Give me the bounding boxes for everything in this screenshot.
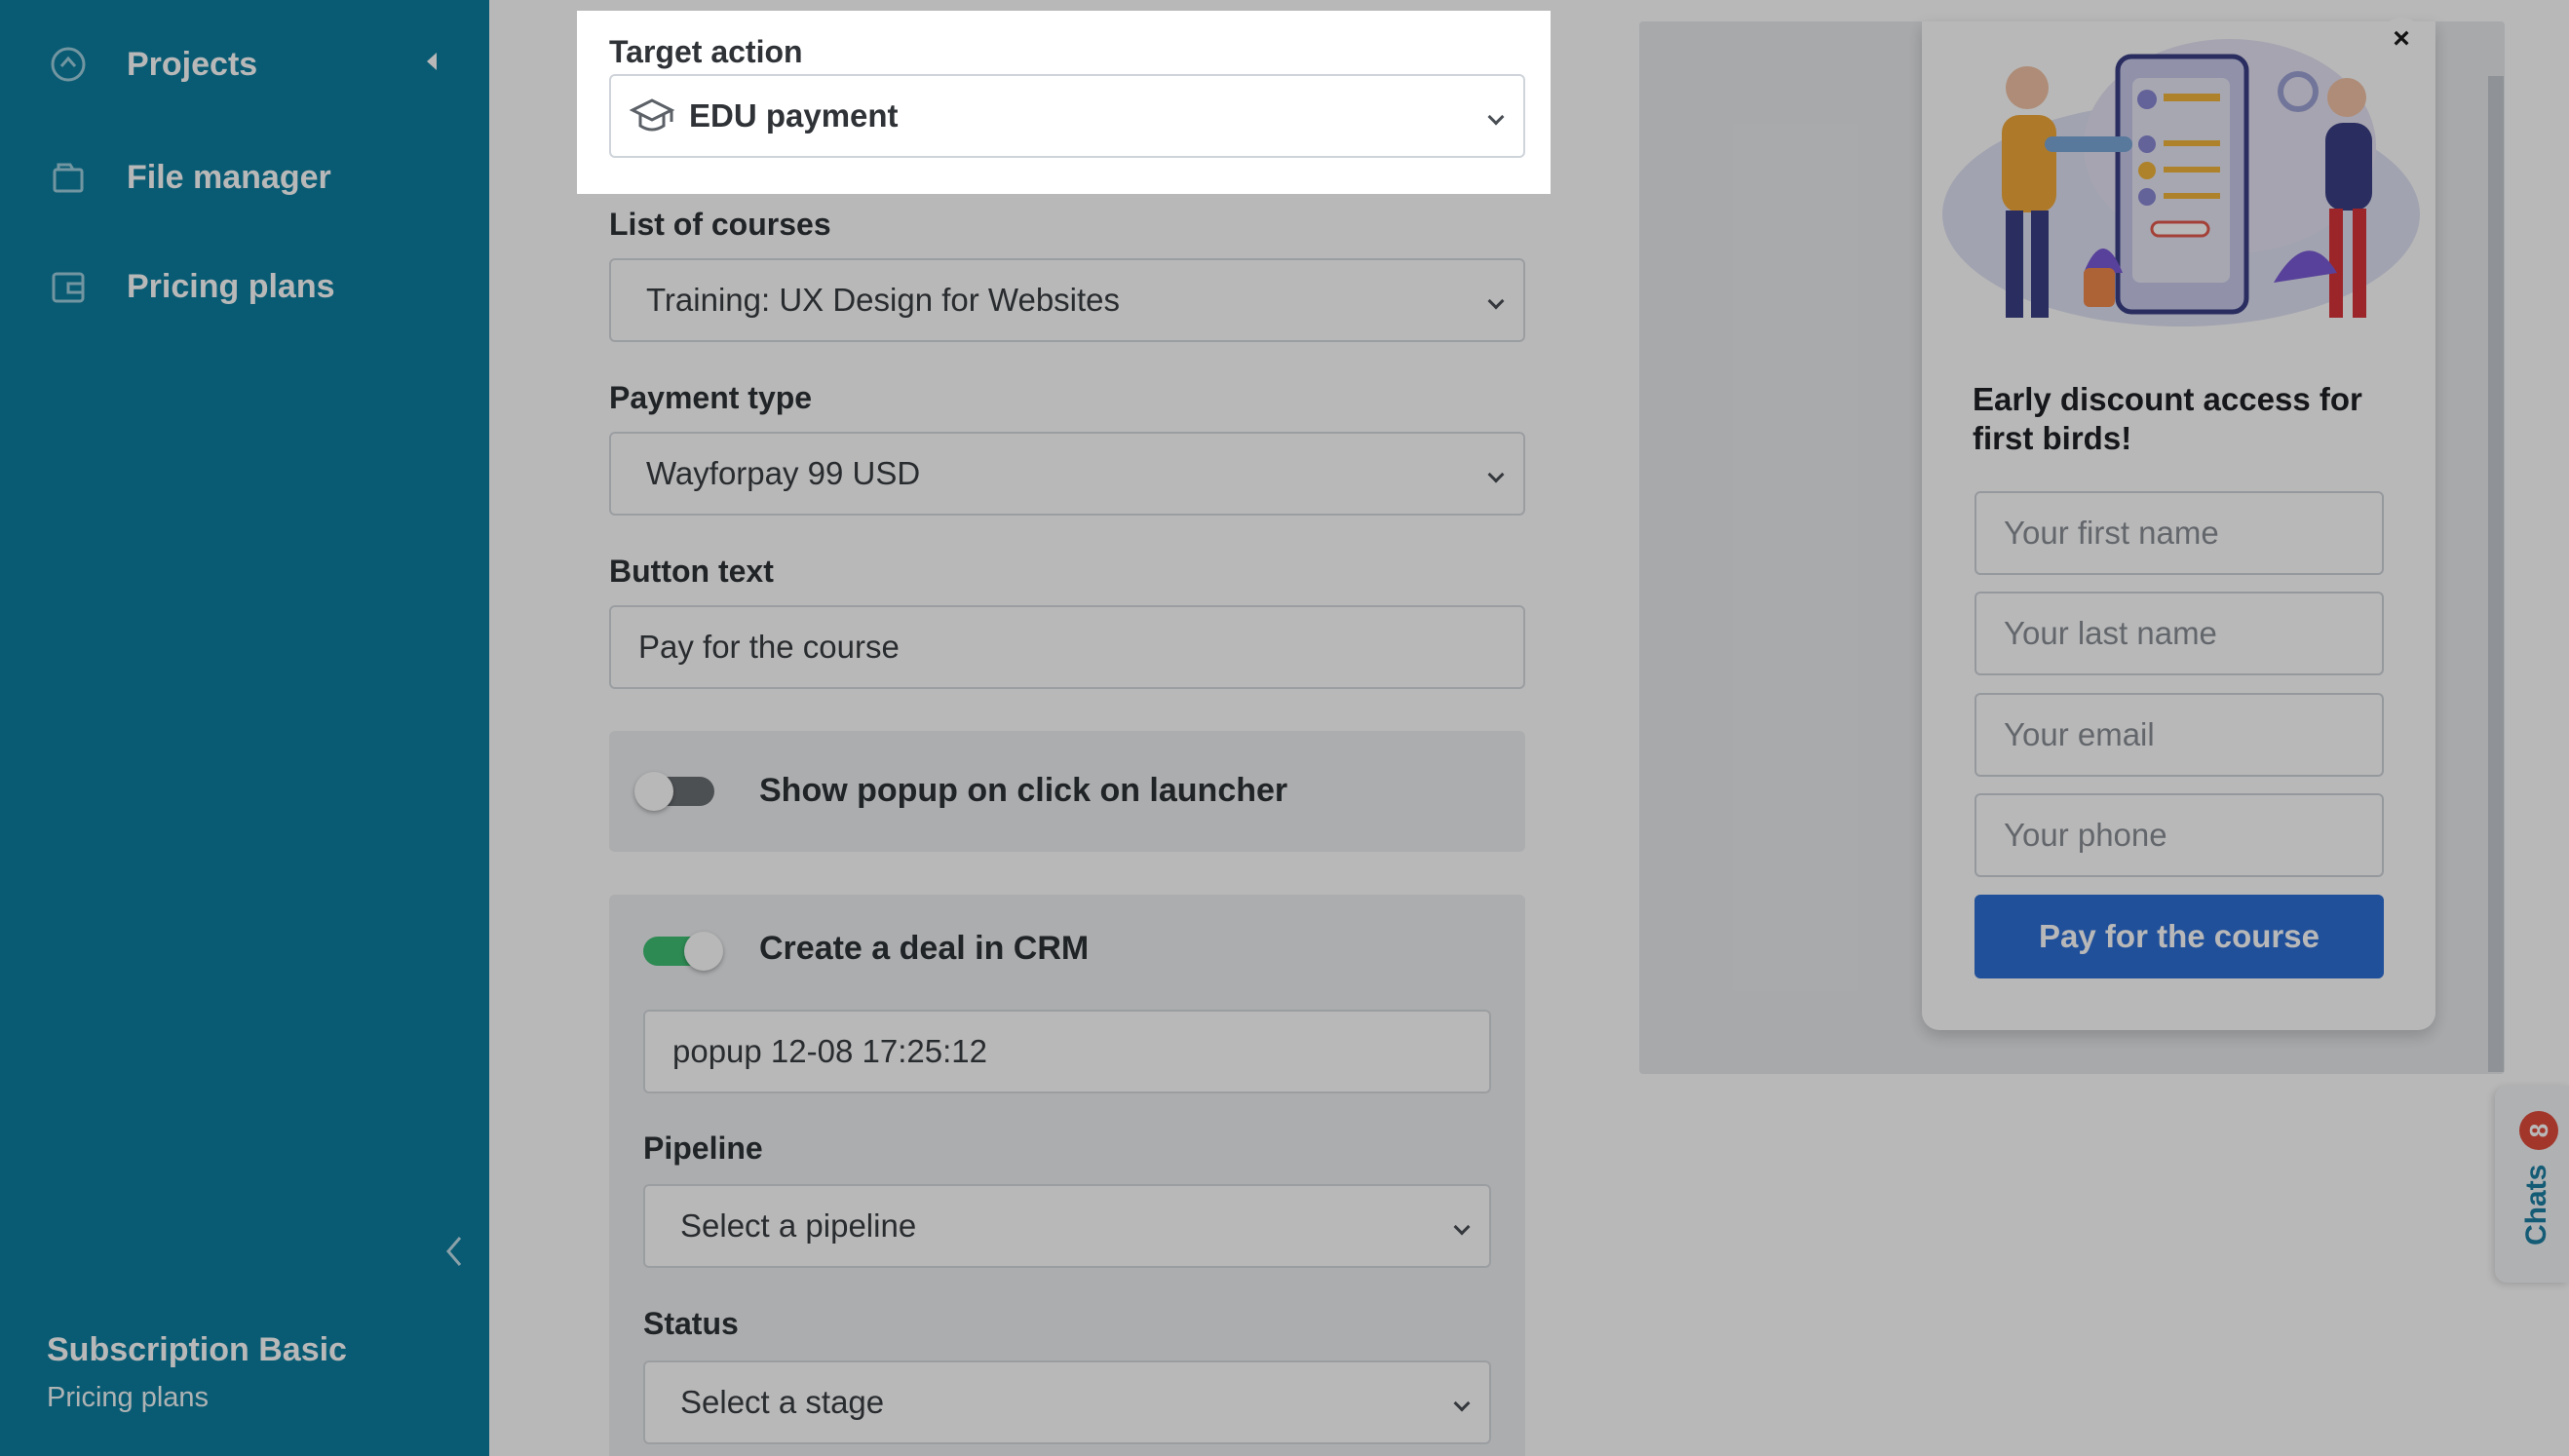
status-value: Select a stage [680,1384,885,1420]
projects-icon [47,43,90,86]
plan-subtitle[interactable]: Pricing plans [47,1382,209,1414]
email-field[interactable]: Your email [1975,693,2384,777]
pipeline-value: Select a pipeline [680,1207,917,1244]
pay-button[interactable]: Pay for the course [1975,895,2384,978]
folder-icon [47,156,90,199]
button-text-value: Pay for the course [638,629,900,665]
toggle-knob [634,772,673,811]
deal-name-input[interactable]: popup 12-08 17:25:12 [643,1010,1491,1093]
target-action-select[interactable]: EDU payment [609,74,1525,158]
courses-label: List of courses [609,207,831,242]
chevron-down-icon [1487,466,1505,483]
popup-title: Early discount access for first birds! [1973,381,2362,456]
graduation-cap-icon [627,91,677,141]
deal-name-value: popup 12-08 17:25:12 [672,1033,987,1069]
status-select[interactable]: Select a stage [643,1360,1491,1444]
crm-toggle[interactable] [643,932,723,971]
first-name-field[interactable]: Your first name [1975,491,2384,575]
chevron-down-icon [1453,1395,1471,1412]
toggle-knob [684,932,723,971]
preview-scrollbar[interactable] [2488,76,2504,1072]
sidebar-item-label: Pricing plans [127,267,335,305]
chevron-down-icon [1487,292,1505,310]
sidebar-item-label: Projects [127,45,258,83]
crm-section: Create a deal in CRM popup 12-08 17:25:1… [609,895,1525,1456]
last-name-field[interactable]: Your last name [1975,592,2384,675]
people-phone-illustration [1937,29,2423,339]
chevron-down-icon [1487,108,1505,126]
pipeline-label: Pipeline [643,1130,763,1166]
popup-toggle[interactable] [634,772,714,811]
wallet-icon [47,265,90,308]
courses-select[interactable]: Training: UX Design for Websites [609,258,1525,342]
button-text-label: Button text [609,554,774,589]
crm-toggle-label: Create a deal in CRM [759,930,1090,967]
popup-toggle-box: Show popup on click on launcher [609,731,1525,852]
target-action-highlight: Target action EDU payment [577,11,1551,194]
status-label: Status [643,1306,739,1341]
collapse-caret-icon[interactable] [427,53,437,70]
plan-name[interactable]: Subscription Basic [47,1331,347,1369]
placeholder-text: Your phone [2004,817,2167,853]
target-action-value: EDU payment [689,97,899,134]
payment-type-value: Wayforpay 99 USD [646,455,921,491]
pipeline-select[interactable]: Select a pipeline [643,1184,1491,1268]
phone-field[interactable]: Your phone [1975,793,2384,877]
placeholder-text: Your email [2004,716,2155,752]
sidebar-item-file-manager[interactable]: File manager [47,156,331,199]
payment-type-select[interactable]: Wayforpay 99 USD [609,432,1525,516]
collapse-sidebar-button[interactable] [442,1234,466,1269]
target-action-label: Target action [609,34,803,69]
sidebar-item-projects[interactable]: Projects [47,43,257,86]
close-icon[interactable]: × [2380,18,2423,60]
placeholder-text: Your first name [2004,515,2219,551]
sidebar-item-pricing-plans[interactable]: Pricing plans [47,265,335,308]
chevron-down-icon [1453,1218,1471,1236]
sidebar: Projects File manager Pricing plans Subs… [0,0,489,1456]
sidebar-item-label: File manager [127,158,331,196]
chats-badge: 8 [2519,1111,2558,1150]
payment-type-label: Payment type [609,380,813,415]
popup-toggle-label: Show popup on click on launcher [759,772,1288,809]
courses-value: Training: UX Design for Websites [646,282,1121,318]
chats-label[interactable]: Chats [2520,1165,2559,1245]
button-text-input[interactable]: Pay for the course [609,605,1525,689]
placeholder-text: Your last name [2004,615,2217,651]
